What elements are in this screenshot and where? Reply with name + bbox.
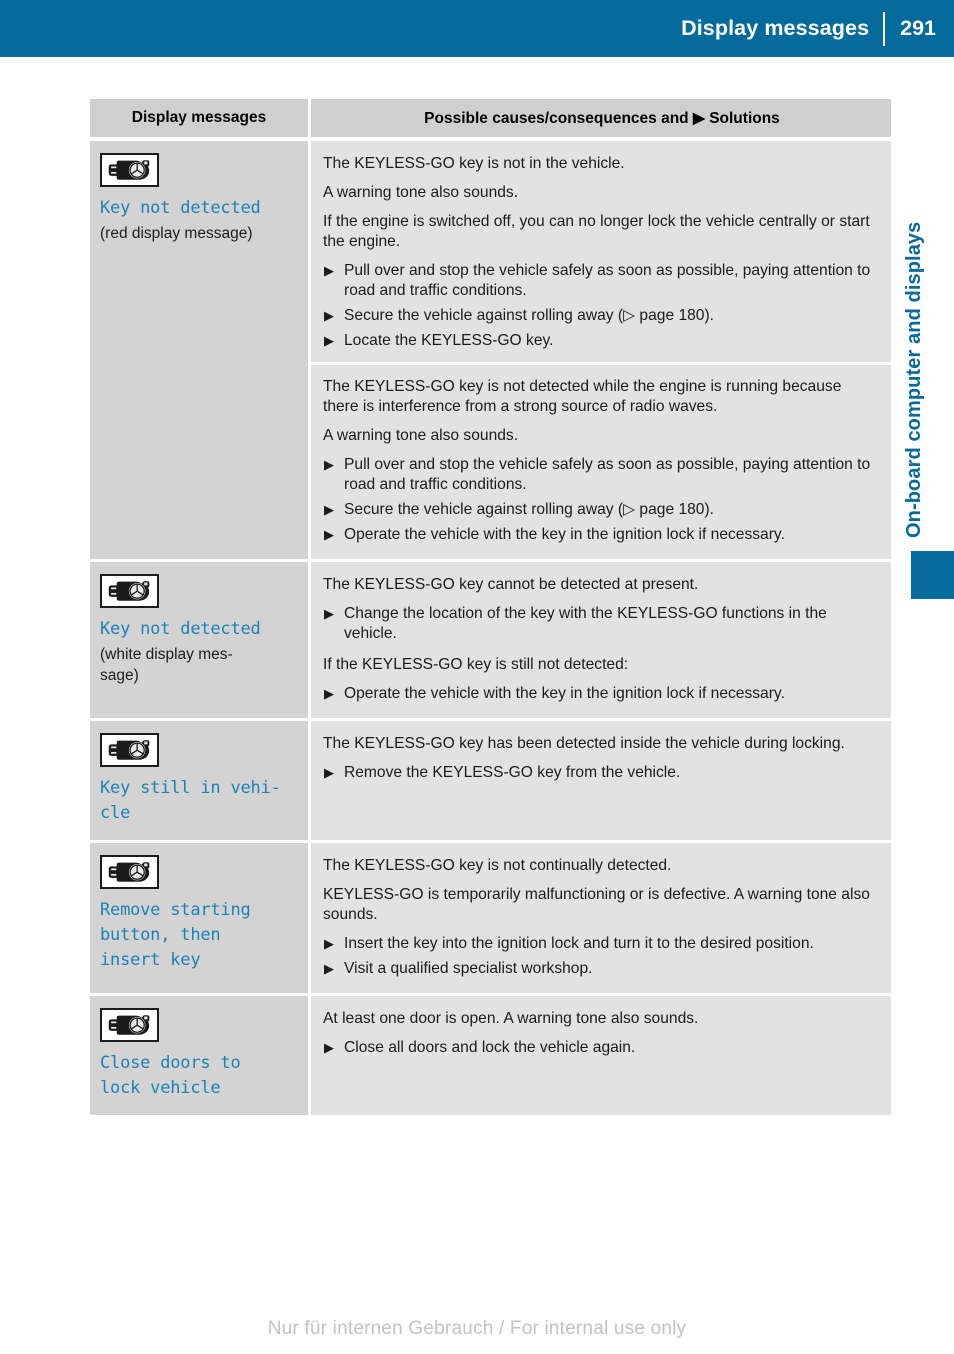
table-row: Key not detected (white display mes- sage… xyxy=(90,562,891,718)
step-bullet-icon: ▶ xyxy=(324,457,334,472)
cause-paragraph: If the KEYLESS-GO key is still not detec… xyxy=(323,656,629,673)
step-bullet-icon: ▶ xyxy=(324,502,334,517)
message-cell: Key not detected (red display message) xyxy=(90,141,308,559)
solution-step: ▶ Operate the vehicle with the key in the… xyxy=(324,685,785,702)
solutions-bullet-icon: ▶ xyxy=(692,110,705,127)
cause-paragraph: At least one door is open. A warning ton… xyxy=(323,1010,699,1027)
cause-paragraph: The KEYLESS-GO key is not detected while… xyxy=(323,378,842,415)
step-bullet-icon: ▶ xyxy=(324,308,334,323)
solution-step: ▶ Secure the vehicle against rolling away… xyxy=(324,307,714,324)
step-bullet-icon: ▶ xyxy=(324,1040,334,1055)
causes-solutions-cell: At least one door is open. A warning ton… xyxy=(311,996,891,1115)
table-header-cell-messages: Display messages xyxy=(90,99,308,137)
page-title: Display messages xyxy=(681,16,870,40)
keyless-go-key-glyph xyxy=(108,862,150,882)
message-cell: Key not detected (white display mes- sage… xyxy=(90,562,308,718)
cause-solution-block: At least one door is open. A warning ton… xyxy=(323,1009,881,1058)
keyless-go-key-icon xyxy=(100,153,159,187)
cause-paragraph: The KEYLESS-GO key is not in the vehicle… xyxy=(323,155,625,172)
display-message-text: Key not detected xyxy=(100,198,261,218)
solutions-text: Solutions xyxy=(704,110,780,127)
footer-watermark: Nur für internen Gebrauch / For internal… xyxy=(267,1318,687,1339)
keyless-go-key-icon xyxy=(100,733,159,767)
section-side-tab-marker xyxy=(911,551,954,599)
solution-step: ▶ Remove the KEYLESS-GO key from the vehi… xyxy=(324,764,681,781)
step-bullet-icon: ▶ xyxy=(324,527,334,542)
table-head: Display messages Possible causes/consequ… xyxy=(90,99,891,141)
step-bullet-icon: ▶ xyxy=(324,606,334,621)
message-cell: Key still in vehi- cle xyxy=(90,721,308,840)
step-bullet-icon: ▶ xyxy=(324,961,334,976)
cause-paragraph: The KEYLESS-GO key has been detected ins… xyxy=(323,735,845,752)
table-row: Key still in vehi- cle The KEYLESS-GO key… xyxy=(90,721,891,840)
keyless-go-key-icon xyxy=(100,574,159,608)
cause-solution-block: The KEYLESS-GO key is not in the vehicle… xyxy=(323,154,881,351)
causes-solutions-cell: The KEYLESS-GO key has been detected ins… xyxy=(311,721,891,840)
table-header-label-causes: Possible causes/consequences and ▶ Solut… xyxy=(311,99,891,137)
display-message-text: Remove starting button, then insert key xyxy=(100,900,251,970)
cause-solution-block: The KEYLESS-GO key cannot be detected at… xyxy=(323,575,881,644)
cause-paragraph: If the engine is switched off, you can n… xyxy=(323,213,870,250)
cause-solution-block: The KEYLESS-GO key is not detected while… xyxy=(323,377,881,545)
table-row: Key not detected (red display message) The… xyxy=(90,141,891,559)
display-message-note: (red display message) xyxy=(100,225,253,242)
page-header-bar: Display messages 291 xyxy=(0,0,954,57)
section-side-tab-label: On-board computer and displays xyxy=(903,221,925,538)
display-message-text: Close doors to lock vehicle xyxy=(100,1053,241,1098)
display-message-text: Key still in vehi- cle xyxy=(100,778,281,823)
cause-paragraph: KEYLESS-GO is temporarily malfunctioning… xyxy=(323,886,870,923)
table-header-label-messages: Display messages xyxy=(131,109,267,126)
message-cell: Close doors to lock vehicle xyxy=(90,996,308,1115)
solution-step: ▶ Insert the key into the ignition lock a… xyxy=(324,935,814,952)
keyless-go-key-icon xyxy=(100,855,159,889)
solution-step: ▶ Change the location of the key with the… xyxy=(324,605,827,642)
page-header-content: Display messages 291 xyxy=(681,0,954,57)
step-bullet-icon: ▶ xyxy=(324,936,334,951)
step-bullet-icon: ▶ xyxy=(324,686,334,701)
cause-paragraph: The KEYLESS-GO key is not continually de… xyxy=(323,857,672,874)
solution-step: ▶ Pull over and stop the vehicle safely a… xyxy=(324,456,871,493)
step-bullet-icon: ▶ xyxy=(324,263,334,278)
table-row: Remove starting button, then insert key T… xyxy=(90,843,891,993)
display-message-text: Key not detected xyxy=(100,619,261,639)
keyless-go-key-glyph xyxy=(108,740,150,760)
solution-step: ▶ Locate the KEYLESS-GO key. xyxy=(324,332,554,349)
cause-solution-block: The KEYLESS-GO key has been detected ins… xyxy=(323,734,881,783)
solution-step: ▶ Close all doors and lock the vehicle ag… xyxy=(324,1039,636,1056)
causes-solutions-cell: The KEYLESS-GO key cannot be detected at… xyxy=(311,562,891,718)
page-number: 291 xyxy=(900,16,936,40)
step-bullet-icon: ▶ xyxy=(324,765,334,780)
step-bullet-icon: ▶ xyxy=(324,333,334,348)
causes-text-pre: Possible causes/consequences and xyxy=(424,110,693,127)
causes-solutions-cell: The KEYLESS-GO key is not continually de… xyxy=(311,843,891,993)
cause-paragraph: A warning tone also sounds. xyxy=(323,427,519,444)
solution-step: ▶ Pull over and stop the vehicle safely a… xyxy=(324,262,871,299)
solution-step: ▶ Operate the vehicle with the key in the… xyxy=(324,526,785,543)
display-message-note: (white display mes- sage) xyxy=(100,646,233,684)
table-header-cell-causes: Possible causes/consequences and ▶ Solut… xyxy=(311,99,891,137)
causes-solutions-cell: The KEYLESS-GO key is not in the vehicle… xyxy=(311,141,891,559)
cause-paragraph: A warning tone also sounds. xyxy=(323,184,519,201)
display-messages-table: Display messages Possible causes/consequ… xyxy=(90,99,891,1115)
cause-solution-block: The KEYLESS-GO key is not continually de… xyxy=(323,856,881,979)
keyless-go-key-glyph xyxy=(108,160,150,180)
cause-solution-block: If the KEYLESS-GO key is still not detec… xyxy=(323,655,881,704)
solution-step: ▶ Secure the vehicle against rolling away… xyxy=(324,501,714,518)
message-cell: Remove starting button, then insert key xyxy=(90,843,308,993)
table-header-row: Display messages Possible causes/consequ… xyxy=(90,99,891,137)
table-row: Close doors to lock vehicle At least one … xyxy=(90,996,891,1115)
table-body: Key not detected (red display message) The… xyxy=(90,141,891,1115)
keyless-go-key-glyph xyxy=(108,1015,150,1035)
keyless-go-key-icon xyxy=(100,1008,159,1042)
solution-step: ▶ Visit a qualified specialist workshop. xyxy=(324,960,593,977)
cause-paragraph: The KEYLESS-GO key cannot be detected at… xyxy=(323,576,699,593)
keyless-go-key-glyph xyxy=(108,581,150,601)
